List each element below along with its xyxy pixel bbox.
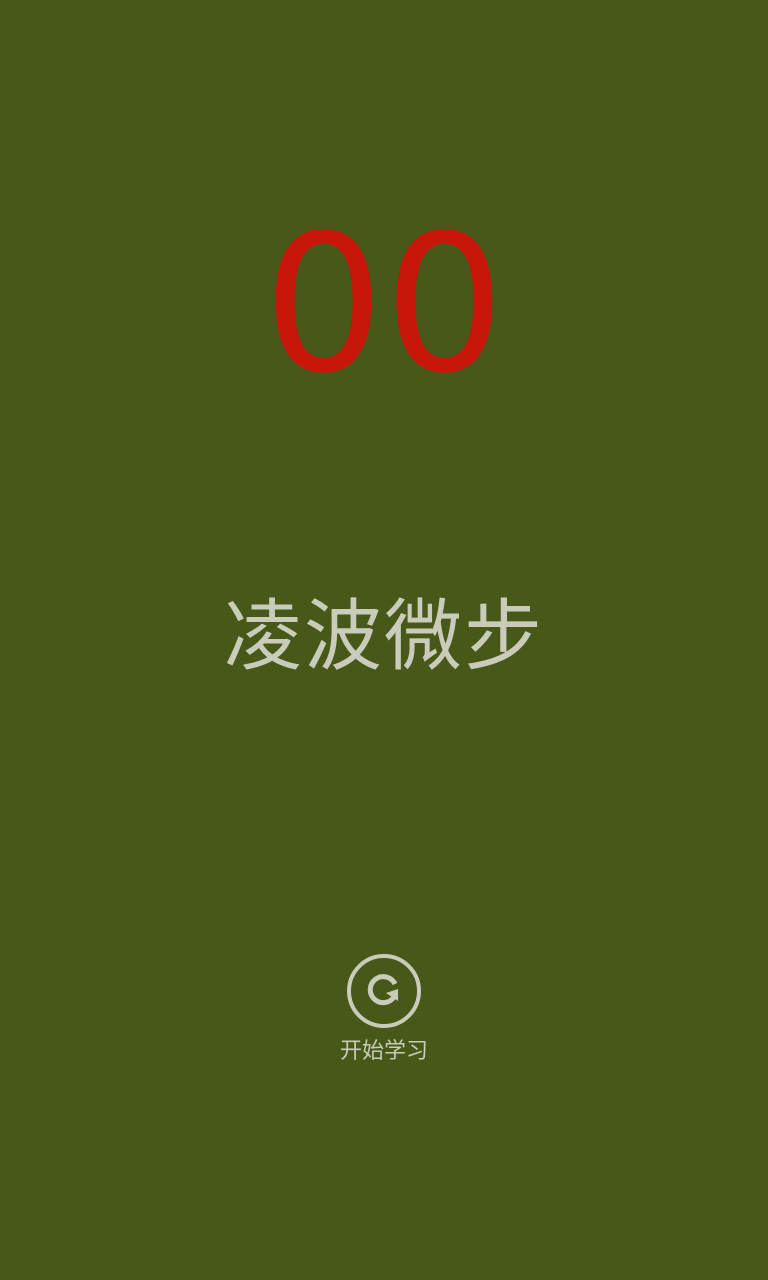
counter-display: 00 xyxy=(263,194,505,415)
main-screen: 00 凌波微步 开始学习 xyxy=(0,0,768,1280)
start-learning-label: 开始学习 xyxy=(339,1039,428,1064)
app-title: 凌波微步 xyxy=(223,592,544,682)
start-learning-button[interactable]: 开始学习 xyxy=(324,950,444,1074)
refresh-circle-icon xyxy=(347,954,421,1028)
